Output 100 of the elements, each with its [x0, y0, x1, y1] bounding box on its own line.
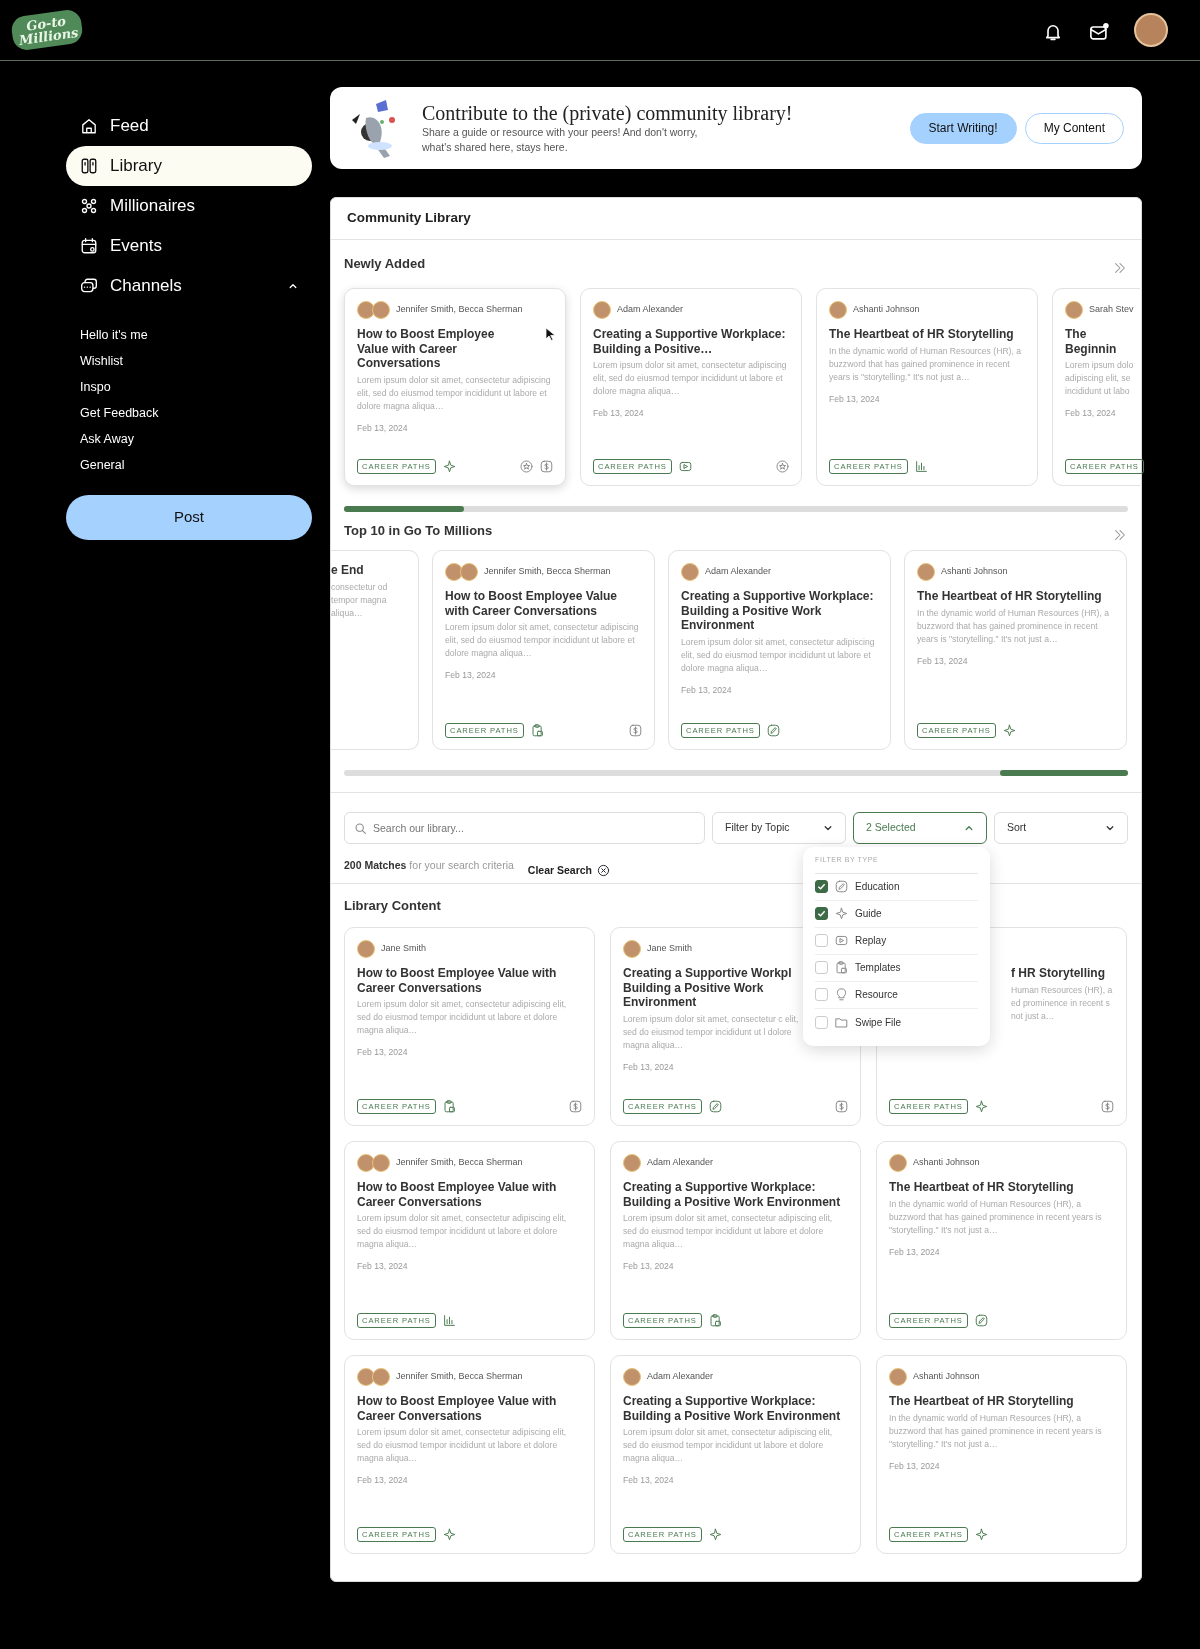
nav-item[interactable]: Library — [66, 146, 312, 186]
content-card[interactable]: e End consectetur od tempor magna aliqua… — [331, 550, 419, 750]
filter-option[interactable]: Guide — [815, 900, 978, 928]
checkbox[interactable] — [815, 880, 828, 893]
card-title: How to Boost Employee Value with Career Conversations — [357, 1394, 558, 1423]
content-card[interactable] — [344, 927, 595, 1126]
author-names: Ashanti Johnson — [913, 1370, 980, 1384]
channel-link[interactable]: Inspo — [66, 374, 312, 400]
card-date: Feb 13, 2024 — [681, 683, 733, 697]
avatar — [357, 1368, 375, 1386]
avatar — [357, 940, 375, 958]
nav-item[interactable]: Events — [66, 226, 312, 266]
profile-avatar[interactable] — [1134, 13, 1168, 47]
calendar-icon — [80, 237, 98, 255]
nav-item[interactable]: Feed — [66, 106, 312, 146]
avatar — [623, 940, 641, 958]
card-title: Creating a Supportive Workplace: Building a Positive… — [593, 327, 787, 356]
avatar — [357, 1154, 375, 1172]
nav-item[interactable]: Channels — [66, 266, 312, 306]
card-excerpt: Lorem ipsum dolor sit amet, consectetur adipiscing elit, sed do eiusmod tempor incididunt ut labore et dolore magna aliqua… — [357, 1426, 568, 1465]
card-date: Feb 13, 2024 — [593, 407, 645, 420]
nav-item[interactable]: Millionaires — [66, 186, 312, 226]
card-date: Feb 13, 2024 — [889, 1245, 941, 1259]
avatar — [623, 1154, 641, 1172]
card-date: Feb 13, 2024 — [357, 1474, 409, 1487]
start-writing-button[interactable]: Start Writing! — [909, 112, 1017, 144]
filter-option[interactable]: Education — [815, 873, 978, 901]
clear-search-button[interactable]: Clear Search — [527, 858, 611, 883]
channel-link[interactable]: Get Feedback — [66, 400, 312, 426]
card-date: Feb 13, 2024 — [357, 1046, 409, 1059]
card-excerpt: Lorem ipsum dolor sit amet, consectetur adipiscing elit, sed do eiusmod tempor incididunt ut labore et dolore magna aliqua… — [357, 998, 568, 1037]
filter-dropdown[interactable]: Filter by Topic — [712, 812, 846, 844]
content-card[interactable] — [344, 288, 566, 486]
filter-dropdown[interactable]: 2 Selected — [853, 812, 987, 844]
card-date: Feb 13, 2024 — [357, 1260, 409, 1273]
scrollbar-thumb[interactable] — [344, 506, 464, 512]
clipboard-icon — [530, 723, 544, 737]
search-icon — [354, 822, 367, 835]
search-field[interactable]: Search our library... — [344, 812, 705, 844]
logo[interactable]: Go-to Millions — [9, 8, 85, 52]
author-names: Jane Smith — [381, 942, 427, 956]
card-excerpt: Lorem ipsum dolor sit amet, consectetur adipiscing elit, sed do eiusmod tempor incididunt ut labore et dolore magna aliqua… — [623, 1212, 834, 1251]
filter-dropdown[interactable]: Sort — [994, 812, 1128, 844]
card-date: Feb 13, 2024 — [829, 392, 881, 406]
filter-option[interactable]: Replay — [815, 927, 978, 955]
clipboard-icon — [708, 1313, 722, 1327]
avatar — [1065, 301, 1083, 319]
channel-link[interactable]: Ask Away — [66, 426, 312, 452]
checkbox[interactable] — [815, 907, 828, 920]
post-button[interactable]: Post — [66, 495, 312, 540]
channel-link[interactable]: Hello it's me — [66, 322, 312, 348]
content-card[interactable] — [610, 1355, 861, 1554]
chevron-down-icon — [1105, 823, 1115, 833]
pencil-icon — [708, 1099, 722, 1113]
content-card[interactable] — [580, 288, 802, 486]
content-card[interactable] — [904, 550, 1127, 750]
panel-title: Community Library — [347, 209, 471, 228]
my-content-button[interactable]: My Content — [1024, 112, 1124, 144]
card-date: Feb 13, 2024 — [357, 421, 409, 435]
card-date: Feb 13, 2024 — [623, 1260, 675, 1273]
sparkle-icon — [835, 907, 848, 920]
content-card[interactable] — [816, 288, 1038, 486]
avatar — [917, 563, 935, 581]
chevron-down-icon — [823, 823, 833, 833]
content-card[interactable] — [344, 1141, 595, 1340]
card-excerpt: Lorem ipsum dolor sit amet, consectetur adipiscing elit, sed do eiusmod tempor incididunt ut labore et dolore magna aliqua… — [681, 635, 876, 675]
scrollbar-thumb[interactable] — [1000, 770, 1128, 776]
author-names: Ashanti Johnson — [941, 565, 1008, 579]
section-title: Library Content — [344, 896, 441, 915]
card-date: Feb 13, 2024 — [917, 654, 969, 668]
author-names: Adam Alexander — [647, 1370, 714, 1384]
content-card[interactable] — [610, 1141, 861, 1340]
avatar — [829, 301, 847, 319]
author-names: Ashanti Johnson — [853, 303, 920, 317]
author-names: Adam Alexander — [647, 1156, 714, 1170]
channel-link[interactable]: Wishlist — [66, 348, 312, 374]
clear-icon — [597, 864, 611, 877]
card-date: Feb 13, 2024 — [623, 1060, 675, 1074]
card-title: The Beginnin — [1065, 327, 1118, 356]
card-title: The Heartbeat of HR Storytelling — [917, 589, 1103, 604]
content-card[interactable] — [344, 1355, 595, 1554]
folder-icon — [835, 1015, 848, 1029]
chat-icon — [80, 277, 98, 295]
content-card[interactable] — [668, 550, 891, 750]
avatar — [372, 1368, 390, 1386]
content-card[interactable] — [432, 550, 655, 750]
pencil-icon — [766, 723, 780, 737]
card-title: e End — [331, 563, 365, 578]
check-icon — [817, 909, 826, 918]
avatar — [445, 563, 463, 581]
card-title: Creating a Supportive Workplace: Building a Positive Work Environment — [623, 1394, 842, 1423]
card-date: Feb 13, 2024 — [1065, 407, 1117, 420]
filter-option[interactable]: Templates — [815, 954, 978, 982]
channel-link[interactable]: General — [66, 452, 312, 478]
filter-option[interactable]: Resource — [815, 981, 978, 1009]
card-title: The Heartbeat of HR Storytelling — [889, 1180, 1075, 1195]
clipboard-icon — [442, 1099, 456, 1113]
banner-title: Contribute to the (private) community library! — [422, 100, 794, 125]
card-date: Feb 13, 2024 — [623, 1474, 675, 1487]
card-excerpt: consectetur od tempor magna aliqua… — [331, 580, 389, 620]
